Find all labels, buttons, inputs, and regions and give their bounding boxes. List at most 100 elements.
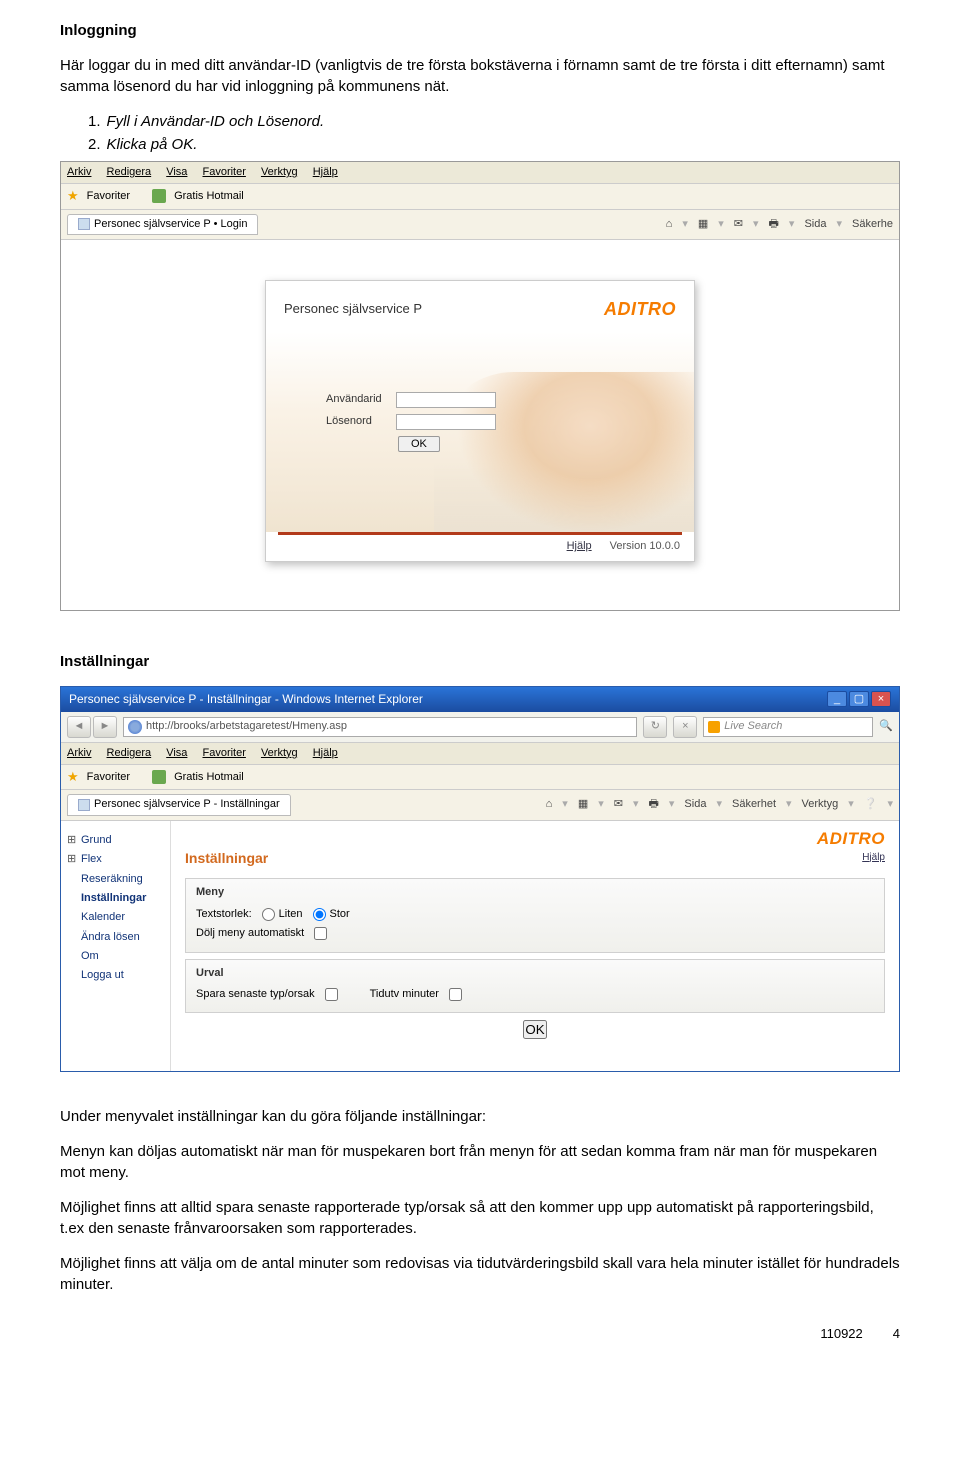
stop-button[interactable]: × [673, 716, 697, 738]
panel-meny: Meny Textstorlek: Liten Stor Dölj meny a… [185, 878, 885, 952]
mail-icon[interactable]: ✉ [734, 217, 743, 232]
tool-sakerhet[interactable]: Säkerhe [852, 217, 893, 232]
tool2-sakerhet[interactable]: Säkerhet [732, 797, 776, 812]
nav-installningar[interactable]: Inställningar [67, 889, 164, 908]
menu-verktyg[interactable]: Verktyg [261, 166, 298, 178]
globe-icon [128, 720, 142, 734]
refresh-button[interactable]: ↻ [643, 716, 667, 738]
legend-meny: Meny [196, 885, 874, 900]
step-1: 1.Fyll i Användar-ID och Lösenord. [88, 111, 900, 132]
nav-reserakning[interactable]: Reseräkning [67, 870, 164, 889]
label-spara-senaste: Spara senaste typ/orsak [196, 987, 315, 1002]
menu2-visa[interactable]: Visa [166, 747, 187, 759]
checkbox-spara-senaste[interactable] [325, 988, 338, 1001]
home-icon[interactable]: ⌂ [666, 217, 673, 232]
page-footer: 110922 4 [60, 1325, 900, 1343]
window-close[interactable]: × [871, 691, 891, 707]
tool2-verktyg[interactable]: Verktyg [802, 797, 839, 812]
hotmail-icon [152, 189, 166, 203]
page-icon-2 [78, 799, 90, 811]
heading-installningar: Inställningar [60, 651, 900, 672]
browser-tab[interactable]: Personec självservice P • Login [67, 214, 258, 235]
nav-kalender[interactable]: Kalender [67, 908, 164, 927]
fav-link-hotmail[interactable]: Gratis Hotmail [174, 189, 244, 204]
print-icon-2[interactable]: 🖶 [649, 797, 659, 812]
window-titlebar: Personec självservice P - Inställningar … [61, 687, 899, 712]
menu2-hjalp[interactable]: Hjälp [313, 747, 338, 759]
login-panel: Personec självservice P ADITRO Användari… [265, 280, 695, 562]
para-4: Möjlighet finns att välja om de antal mi… [60, 1253, 900, 1295]
url-text: http://brooks/arbetstagaretest/Hmeny.asp [146, 719, 347, 734]
nav-forward[interactable]: ► [93, 716, 117, 738]
search-go-icon[interactable]: 🔍 [879, 719, 893, 734]
browser-tab-2[interactable]: Personec självservice P - Inställningar [67, 794, 291, 815]
menu-arkiv[interactable]: Arkiv [67, 166, 91, 178]
tool2-sida[interactable]: Sida [684, 797, 706, 812]
login-version: Version 10.0.0 [610, 539, 680, 554]
feed-icon-2[interactable]: ▦ [578, 797, 588, 812]
nav-andra-losen[interactable]: Ändra lösen [67, 928, 164, 947]
login-ok-button[interactable]: OK [398, 436, 440, 452]
screenshot-installningar: Personec självservice P - Inställningar … [60, 686, 900, 1072]
checkbox-dolj-meny[interactable] [314, 927, 327, 940]
login-help-link[interactable]: Hjälp [567, 539, 592, 554]
window-minimize[interactable]: _ [827, 691, 847, 707]
tool-sida[interactable]: Sida [804, 217, 826, 232]
menu2-redigera[interactable]: Redigera [107, 747, 152, 759]
label-textstorlek: Textstorlek: [196, 907, 252, 922]
nav-grund[interactable]: ⊞Grund [67, 831, 164, 850]
checkbox-tidutv[interactable] [449, 988, 462, 1001]
radio-stor[interactable]: Stor [313, 907, 350, 922]
home-icon-2[interactable]: ⌂ [546, 797, 553, 812]
settings-ok-button[interactable]: OK [523, 1020, 546, 1039]
aditro-logo-2: ADITRO [817, 827, 885, 851]
ie-menu-bar: Arkiv Redigera Visa Favoriter Verktyg Hj… [61, 162, 899, 184]
nav-om[interactable]: Om [67, 947, 164, 966]
panel-urval: Urval Spara senaste typ/orsak Tidutv min… [185, 959, 885, 1014]
mail-icon-2[interactable]: ✉ [614, 797, 623, 812]
label-dolj-meny: Dölj meny automatiskt [196, 926, 304, 941]
tab-row-2: Personec självservice P - Inställningar … [61, 790, 899, 820]
favorites-bar: ★ Favoriter Gratis Hotmail [61, 184, 899, 209]
menu-hjalp[interactable]: Hjälp [313, 166, 338, 178]
step-2: 2.Klicka på OK. [88, 134, 900, 155]
radio-liten[interactable]: Liten [262, 907, 303, 922]
heading-inloggning: Inloggning [60, 20, 900, 41]
help-link[interactable]: Hjälp [817, 851, 885, 865]
nav-logga-ut[interactable]: Logga ut [67, 966, 164, 985]
star-icon: ★ [67, 187, 79, 205]
feed-icon[interactable]: ▦ [698, 217, 708, 232]
fav-link-hotmail-2[interactable]: Gratis Hotmail [174, 770, 244, 785]
search-box[interactable]: Live Search [703, 717, 873, 737]
menu2-arkiv[interactable]: Arkiv [67, 747, 91, 759]
menu-visa[interactable]: Visa [166, 166, 187, 178]
menu2-favoriter[interactable]: Favoriter [202, 747, 245, 759]
address-bar[interactable]: http://brooks/arbetstagaretest/Hmeny.asp [123, 717, 637, 737]
page-icon [78, 218, 90, 230]
menu-redigera[interactable]: Redigera [107, 166, 152, 178]
label-losenord: Lösenord [326, 414, 396, 429]
tool2-help-icon[interactable]: ❔ [864, 797, 878, 812]
label-anvandarid: Användarid [326, 392, 396, 407]
input-anvandarid[interactable] [396, 392, 496, 408]
window-maximize[interactable]: ▢ [849, 691, 869, 707]
menu-favoriter[interactable]: Favoriter [202, 166, 245, 178]
screenshot-login: Arkiv Redigera Visa Favoriter Verktyg Hj… [60, 161, 900, 611]
page-tools-2: ⌂▾ ▦▾ ✉▾ 🖶▾ Sida▾ Säkerhet▾ Verktyg▾ ❔▾ [546, 797, 893, 812]
intro-para: Här loggar du in med ditt användar-ID (v… [60, 55, 900, 97]
live-search-icon [708, 721, 720, 733]
window-title: Personec självservice P - Inställningar … [69, 691, 423, 708]
ie-menu-bar-2: Arkiv Redigera Visa Favoriter Verktyg Hj… [61, 743, 899, 765]
nav-back[interactable]: ◄ [67, 716, 91, 738]
main-panel: ADITRO Hjälp Inställningar Meny Textstor… [171, 821, 899, 1071]
print-icon[interactable]: 🖶 [769, 217, 779, 232]
footer-page: 4 [893, 1325, 900, 1343]
favorites-bar-2: ★ Favoriter Gratis Hotmail [61, 765, 899, 790]
para-1: Under menyvalet inställningar kan du gör… [60, 1106, 900, 1127]
input-losenord[interactable] [396, 414, 496, 430]
tab-label-2: Personec självservice P - Inställningar [94, 797, 280, 812]
nav-flex[interactable]: ⊞Flex [67, 850, 164, 869]
favorites-label-2: Favoriter [87, 770, 130, 785]
login-title: Personec självservice P [284, 300, 422, 318]
menu2-verktyg[interactable]: Verktyg [261, 747, 298, 759]
